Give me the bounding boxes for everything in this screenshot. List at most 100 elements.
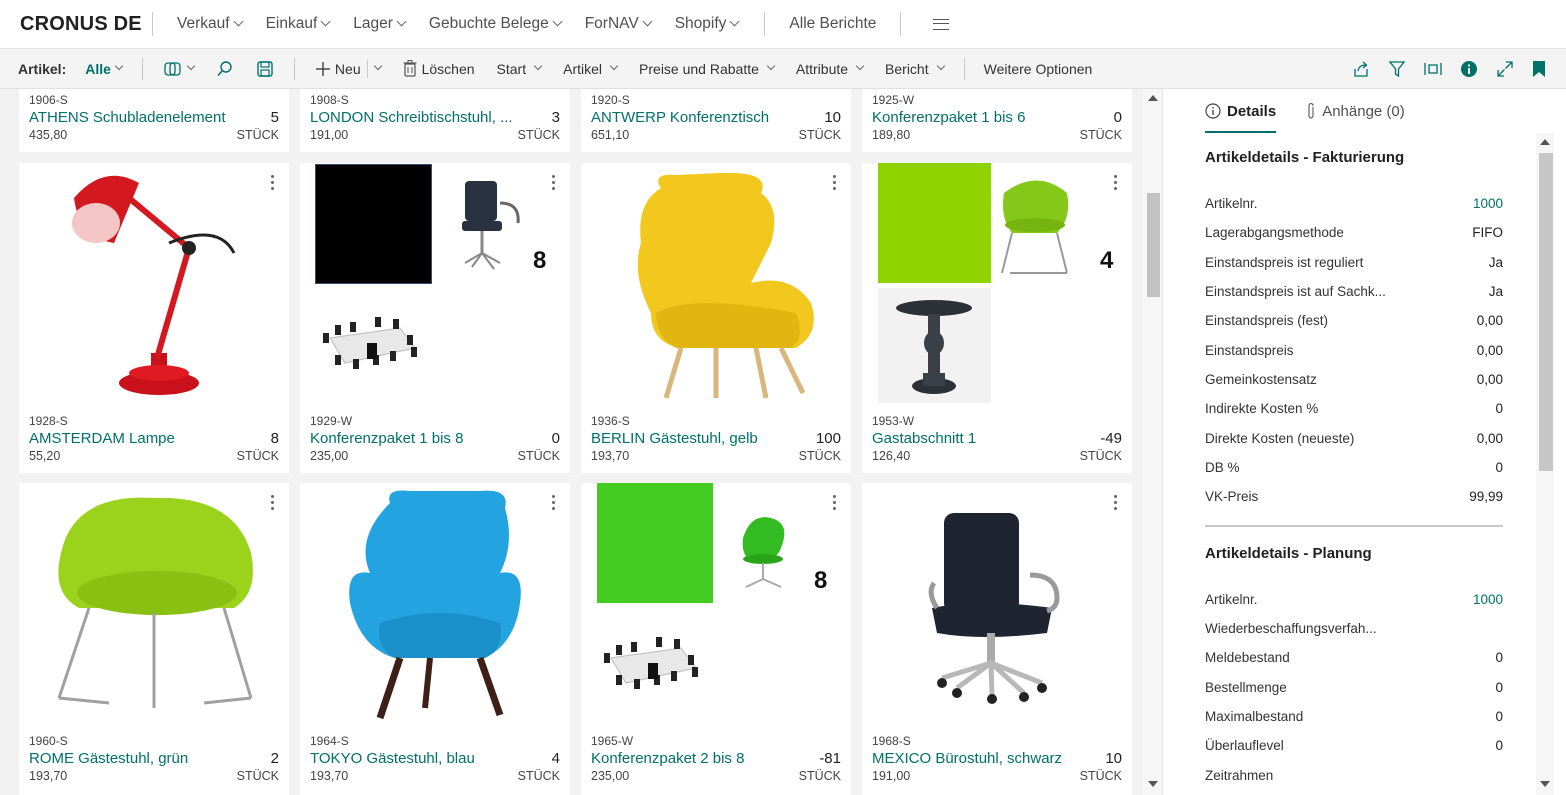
item-name-link[interactable]: Konferenzpaket 1 bis 8	[310, 430, 463, 447]
item-image[interactable]	[19, 483, 289, 723]
filter-icon[interactable]	[1388, 60, 1406, 78]
scroll-down-arrow-icon[interactable]	[1148, 781, 1158, 787]
search-button[interactable]	[216, 60, 234, 78]
nav-fornav[interactable]: ForNAV	[585, 15, 653, 33]
item-tile[interactable]: 1920-S ANTWERP Konferenztisch 10 651,10 ST…	[581, 89, 851, 152]
nav-all-reports[interactable]: Alle Berichte	[789, 15, 876, 33]
nav-lager[interactable]: Lager	[353, 15, 407, 33]
item-quantity: 100	[815, 430, 841, 447]
item-tile[interactable]: 1960-S ROME Gästestuhl, grün 2 193,70 STÜC…	[19, 483, 289, 795]
tab-attachments[interactable]: Anhänge (0)	[1306, 89, 1405, 133]
new-label: Neu	[334, 60, 361, 77]
item-image[interactable]	[19, 163, 289, 403]
view-filter-dropdown[interactable]: Alle	[85, 61, 124, 77]
item-tiles-area: 1906-S ATHENS Schubladenelement 5 435,80 S…	[0, 89, 1143, 795]
company-name[interactable]: CRONUS DE	[20, 13, 152, 36]
nav-gebuchte-belege[interactable]: Gebuchte Belege	[429, 15, 563, 33]
edit-list-button[interactable]	[256, 60, 274, 78]
item-tile[interactable]: 8 1965-W Konferenzpaket 2 bis 8 -81 235,0…	[581, 483, 851, 795]
start-menu[interactable]: Start	[497, 61, 543, 77]
artikel-menu[interactable]: Artikel	[563, 60, 619, 77]
item-price: 191,00	[310, 128, 349, 142]
item-tile[interactable]: 8 1929-W Konferenzpaket 1 bis 8 0 235,00 S…	[300, 163, 570, 473]
item-image[interactable]	[581, 163, 851, 403]
prices-menu[interactable]: Preise und Rabatte	[639, 61, 776, 77]
more-actions-icon[interactable]	[833, 175, 837, 191]
section-title-billing[interactable]: Artikeldetails - Fakturierung	[1205, 149, 1404, 166]
share-icon[interactable]	[1352, 60, 1370, 78]
artikel-label: Artikel	[563, 60, 603, 77]
scroll-down-arrow-icon[interactable]	[1540, 781, 1550, 787]
scrollbar-thumb[interactable]	[1539, 153, 1553, 471]
item-name-link[interactable]: ATHENS Schubladenelement	[29, 109, 226, 126]
item-image[interactable]	[862, 483, 1132, 723]
item-image[interactable]: 4	[862, 163, 1132, 403]
item-name-link[interactable]: Konferenzpaket 2 bis 8	[591, 750, 744, 767]
scrollbar-thumb[interactable]	[1147, 193, 1160, 297]
bookmark-icon[interactable]	[1532, 60, 1546, 78]
hamburger-menu-icon[interactable]	[933, 18, 950, 30]
item-number-link[interactable]: 1000	[1473, 592, 1503, 607]
more-actions-icon[interactable]	[1114, 495, 1118, 511]
expand-icon[interactable]	[1496, 60, 1514, 78]
new-button[interactable]: Neu	[315, 59, 382, 78]
item-name-link[interactable]: LONDON Schreibtischstuhl, ...	[310, 109, 513, 126]
more-actions-icon[interactable]	[271, 495, 275, 511]
focus-mode-icon[interactable]	[1424, 60, 1442, 78]
item-name-link[interactable]: ANTWERP Konferenztisch	[591, 109, 769, 126]
item-image[interactable]: 8	[581, 483, 851, 723]
more-actions-icon[interactable]	[1114, 175, 1118, 191]
item-code: 1928-S	[29, 414, 68, 428]
detail-value: FIFO	[1472, 225, 1503, 240]
scroll-up-arrow-icon[interactable]	[1148, 95, 1158, 101]
item-number-link[interactable]: 1000	[1473, 196, 1503, 211]
tab-details[interactable]: Details	[1205, 89, 1277, 133]
report-menu[interactable]: Bericht	[885, 61, 945, 77]
factbox-scrollbar[interactable]	[1536, 133, 1554, 795]
item-tile[interactable]: 1968-S MEXICO Bürostuhl, schwarz 10 191,0…	[862, 483, 1132, 795]
item-tile[interactable]: 1908-S LONDON Schreibtischstuhl, ... 3 19…	[300, 89, 570, 152]
item-tile[interactable]: 1906-S ATHENS Schubladenelement 5 435,80 S…	[19, 89, 289, 152]
item-tile[interactable]: 1925-W Konferenzpaket 1 bis 6 0 189,80 STÜ…	[862, 89, 1132, 152]
nav-divider	[764, 12, 766, 36]
section-title-planning[interactable]: Artikeldetails - Planung	[1205, 545, 1372, 562]
attributes-label: Attribute	[795, 60, 849, 77]
tiles-scrollbar[interactable]	[1143, 89, 1163, 795]
detail-row: Lagerabgangsmethode FIFO	[1205, 225, 1503, 240]
item-name-link[interactable]: Konferenzpaket 1 bis 6	[872, 109, 1025, 126]
chevron-down-icon	[552, 16, 563, 27]
item-name-link[interactable]: TOKYO Gästestuhl, blau	[310, 750, 475, 767]
item-name-link[interactable]: AMSTERDAM Lampe	[29, 430, 175, 447]
chevron-down-icon	[233, 16, 244, 27]
item-image[interactable]	[300, 483, 570, 723]
item-tile[interactable]: 1964-S TOKYO Gästestuhl, blau 4 193,70 STÜ…	[300, 483, 570, 795]
item-name-link[interactable]: MEXICO Bürostuhl, schwarz	[872, 750, 1062, 767]
nav-verkauf[interactable]: Verkauf	[177, 15, 244, 33]
detail-label: Einstandspreis	[1205, 343, 1294, 358]
item-tile[interactable]: 4 1953-W Gastabschnitt 1 -49 126,40 STÜCK	[862, 163, 1132, 473]
item-tile[interactable]: 1936-S BERLIN Gästestuhl, gelb 100 193,70…	[581, 163, 851, 473]
info-icon[interactable]	[1460, 60, 1478, 78]
item-image[interactable]: 8	[300, 163, 570, 403]
scroll-up-arrow-icon[interactable]	[1540, 139, 1550, 145]
detail-row: DB % 0	[1205, 460, 1503, 475]
view-layout-button[interactable]	[163, 61, 196, 77]
chevron-down-icon[interactable]	[373, 61, 382, 71]
detail-label: Wiederbeschaffungsverfah...	[1205, 621, 1377, 636]
nav-einkauf[interactable]: Einkauf	[266, 15, 331, 33]
attributes-menu[interactable]: Attribute	[795, 60, 865, 77]
item-quantity: 2	[270, 750, 279, 767]
more-actions-icon[interactable]	[833, 495, 837, 511]
more-options-button[interactable]: Weitere Optionen	[984, 61, 1093, 77]
item-name-link[interactable]: BERLIN Gästestuhl, gelb	[591, 430, 758, 447]
item-name-link[interactable]: Gastabschnitt 1	[872, 430, 976, 447]
item-name-link[interactable]: ROME Gästestuhl, grün	[29, 750, 188, 767]
more-actions-icon[interactable]	[552, 175, 556, 191]
nav-divider	[152, 12, 153, 36]
more-actions-icon[interactable]	[552, 495, 556, 511]
more-actions-icon[interactable]	[271, 175, 275, 191]
delete-button[interactable]: Löschen	[403, 60, 475, 77]
item-tile[interactable]: 1928-S AMSTERDAM Lampe 8 55,20 STÜCK	[19, 163, 289, 473]
nav-shopify[interactable]: Shopify	[675, 15, 740, 33]
item-price: 235,00	[591, 769, 630, 783]
